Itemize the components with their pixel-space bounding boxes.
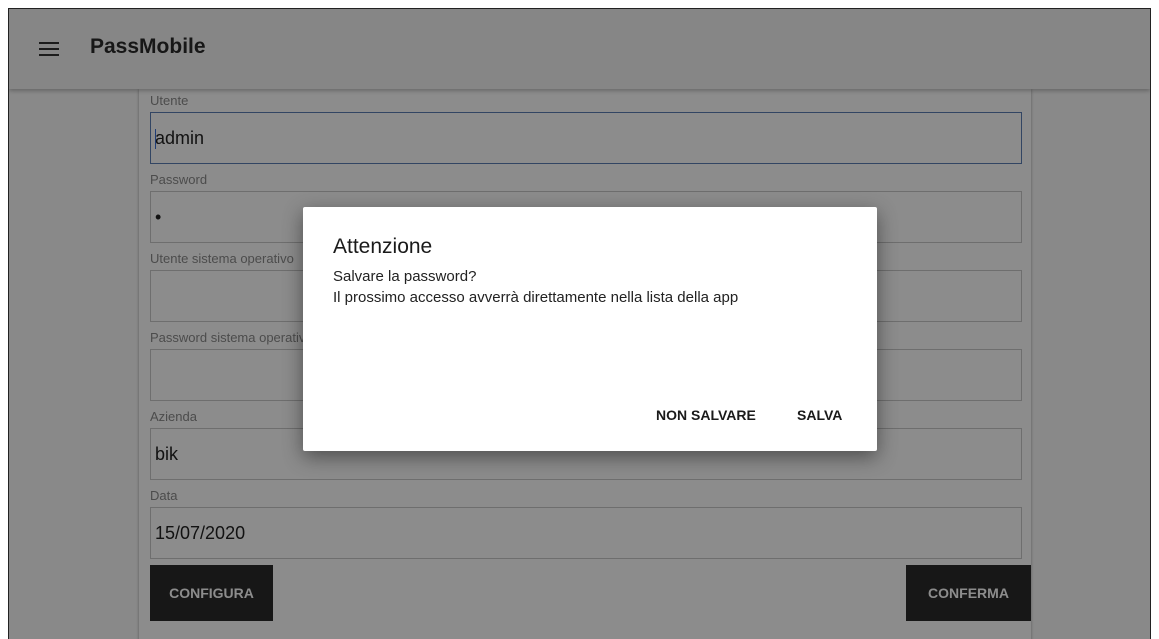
dialog-detail: Il prossimo accesso avverrà direttamente… <box>333 289 739 306</box>
app-window: PassMobile Utente admin Password • Utent… <box>8 8 1151 639</box>
dont-save-button[interactable]: NON SALVARE <box>656 407 756 423</box>
dialog-title: Attenzione <box>333 235 433 258</box>
save-password-dialog: Attenzione Salvare la password? Il pross… <box>303 207 877 451</box>
dialog-message: Salvare la password? <box>333 268 477 285</box>
save-button[interactable]: SALVA <box>797 407 842 423</box>
